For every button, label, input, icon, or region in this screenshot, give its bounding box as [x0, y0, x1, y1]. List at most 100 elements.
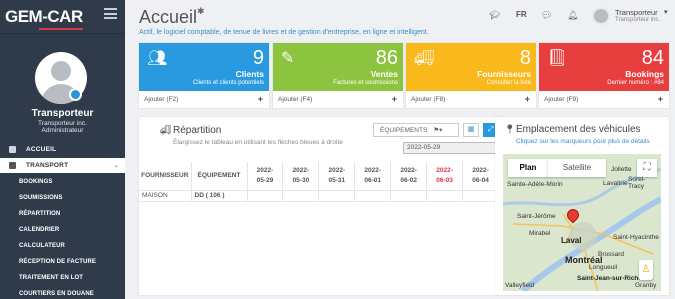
equipment-cell: DD ( 106 )	[191, 190, 248, 202]
gear-icon[interactable]: ✱	[197, 6, 205, 17]
menu-toggle-icon[interactable]	[104, 8, 117, 19]
repartition-table: FOURNISSEUR ÉQUIPEMENT 2022- 05-29 2022- 0…	[139, 162, 499, 202]
repartition-panel: 🚚︎ Répartition Élargissez le tableau en …	[139, 117, 499, 295]
column-header: ÉQUIPEMENT	[191, 162, 248, 191]
card-label: Fournisseurs	[477, 69, 531, 79]
card-count: 8	[519, 47, 531, 69]
map-label: Sorel-Tracy	[628, 176, 646, 190]
card-sublabel: Consulter la liste	[486, 80, 531, 86]
truck-icon: 🚚︎	[414, 50, 435, 67]
user-role: Administrateur	[41, 127, 84, 134]
street-view-icon[interactable]: ♙	[639, 260, 653, 280]
plus-icon[interactable]: +	[525, 94, 530, 104]
graduation-cap-icon[interactable]: 🎓︎	[489, 10, 500, 21]
card-label: Ventes	[370, 69, 398, 79]
card-count: 86	[375, 47, 398, 69]
calendar-icon: ▦	[467, 126, 475, 133]
user-badge-icon	[69, 88, 82, 101]
plus-icon[interactable]: +	[392, 94, 397, 104]
add-sale-link[interactable]: Ajouter (F4)	[278, 96, 312, 103]
sidebar-subitem-reception-facture[interactable]: RÉCEPTION DE FACTURE	[19, 259, 96, 265]
date-header: 2022- 06-04	[462, 162, 499, 191]
map-label: Valleyfield	[505, 282, 535, 289]
panel-description: Cliquez sur les marqueurs pour plus de d…	[516, 138, 650, 145]
map-label: Saint-Jérôme	[517, 213, 556, 220]
card-sublabel: Factures et soumissions	[333, 80, 398, 86]
map-tab-plan[interactable]: Plan	[508, 159, 548, 177]
add-booking-link[interactable]: Ajouter (F9)	[544, 96, 578, 103]
plus-icon[interactable]: +	[658, 94, 663, 104]
bell-icon[interactable]: 🔔︎	[567, 10, 578, 21]
sidebar-subitem-calculateur[interactable]: CALCULATEUR	[19, 243, 65, 249]
fullscreen-icon[interactable]: ⛶	[637, 159, 657, 177]
map-label: Saint-Hyacinthe	[613, 234, 659, 241]
edit-icon: ✎	[281, 50, 295, 67]
add-client-link[interactable]: Ajouter (F2)	[144, 96, 178, 103]
add-supplier-link[interactable]: Ajouter (F8)	[411, 96, 445, 103]
map-label: Longueuil	[589, 264, 618, 271]
sidebar-item-label: ACCUEIL	[26, 146, 57, 153]
user-menu-avatar[interactable]	[592, 7, 610, 25]
card-bookings[interactable]: 📕︎ 84 Bookings Dernier numéro : #84 Ajou…	[539, 43, 669, 108]
sidebar-item-label: TRANSPORT	[26, 162, 69, 169]
map-tab-satellite[interactable]: Satellite	[548, 159, 606, 177]
chat-icon[interactable]: 💬︎	[541, 10, 552, 21]
sidebar-subitem-traitement-lot[interactable]: TRAITEMENT EN LOT	[19, 275, 83, 281]
card-ventes[interactable]: ✎ 86 Ventes Factures et soumissions Ajou…	[273, 43, 403, 108]
equipment-filter-button[interactable]: ÉQUIPEMENTS ⚑▾	[373, 123, 459, 137]
card-label: Bookings	[625, 69, 664, 79]
panel-title: Emplacement des véhicules	[516, 124, 641, 135]
page-subtitle: Actif, le logiciel comptable, de tenue d…	[139, 29, 429, 36]
map-label: Laval	[561, 236, 582, 245]
card-count: 84	[641, 47, 664, 69]
card-sublabel: Clients et clients potentiels	[192, 80, 264, 86]
map-label: Joliette	[611, 166, 632, 173]
panel-description: Élargissez le tableau en utilisant les f…	[173, 139, 343, 146]
sidebar: GEM-CAR Transporteur Transporteur inc. A…	[0, 0, 125, 299]
date-header: 2022- 05-29	[247, 162, 284, 191]
supplier-cell: MAISON	[139, 190, 192, 202]
map-label: Mirabel	[529, 230, 551, 237]
app-logo: GEM-CAR	[5, 6, 83, 30]
date-header: 2022- 05-30	[282, 162, 320, 191]
sidebar-item-accueil[interactable]: ACCUEIL	[0, 142, 125, 157]
column-header: FOURNISSEUR	[139, 162, 192, 191]
vehicle-map[interactable]: Plan Satellite ⛶ Joliette Lavaltrie Sore…	[503, 154, 661, 291]
sidebar-subitem-courtiers-douane[interactable]: COURTIERS EN DOUANE	[19, 291, 94, 297]
vehicles-panel: 📍︎ Emplacement des véhicules Cliquez sur…	[495, 117, 669, 295]
date-header: 2022- 06-03	[426, 162, 464, 191]
main-area: Accueil ✱ Actif, le logiciel comptable, …	[125, 0, 675, 299]
card-label: Clients	[235, 69, 264, 79]
language-selector[interactable]: FR	[516, 10, 527, 19]
user-company: Transporteur inc.	[38, 120, 87, 127]
sidebar-subitem-calendrier[interactable]: CALENDRIER	[19, 227, 59, 233]
card-sublabel: Dernier numéro : #84	[607, 80, 664, 86]
plus-icon[interactable]: +	[258, 94, 263, 104]
card-fournisseurs[interactable]: 🚚︎ 8 Fournisseurs Consulter la liste Ajo…	[406, 43, 536, 108]
map-label: Brossard	[598, 251, 625, 258]
book-icon: 📕︎	[547, 50, 568, 67]
sidebar-subitem-soumissions[interactable]: SOUMISSIONS	[19, 195, 62, 201]
card-count: 9	[252, 47, 264, 69]
date-header: 2022- 05-31	[318, 162, 356, 191]
truck-icon: 🚚︎	[160, 125, 172, 135]
user-menu-name[interactable]: Transporteur	[615, 8, 658, 17]
equipment-filter-label: ÉQUIPEMENTS	[380, 126, 428, 134]
home-icon	[9, 146, 16, 153]
map-label: Granby	[635, 282, 657, 289]
sidebar-item-transport[interactable]: TRANSPORT ⌄	[0, 158, 125, 173]
map-label: Lavaltrie	[603, 180, 628, 187]
sidebar-subitem-repartition[interactable]: RÉPARTITION	[19, 211, 60, 217]
flag-icon: ⚑▾	[433, 127, 443, 134]
expand-icon: ⤢	[488, 126, 494, 133]
date-input[interactable]: 2022-05-29	[403, 142, 499, 154]
truck-icon	[9, 162, 16, 169]
table-row[interactable]: MAISON DD ( 106 )	[139, 190, 499, 202]
sidebar-subitem-bookings[interactable]: BOOKINGS	[19, 179, 52, 185]
date-header: 2022- 06-01	[354, 162, 392, 191]
calendar-button[interactable]: ▦	[463, 123, 479, 137]
panel-title: Répartition	[173, 125, 222, 136]
caret-down-icon[interactable]: ▾	[664, 8, 668, 16]
card-clients[interactable]: 👥︎ 9 Clients Clients et clients potentie…	[139, 43, 269, 108]
users-icon: 👥︎	[147, 50, 168, 67]
